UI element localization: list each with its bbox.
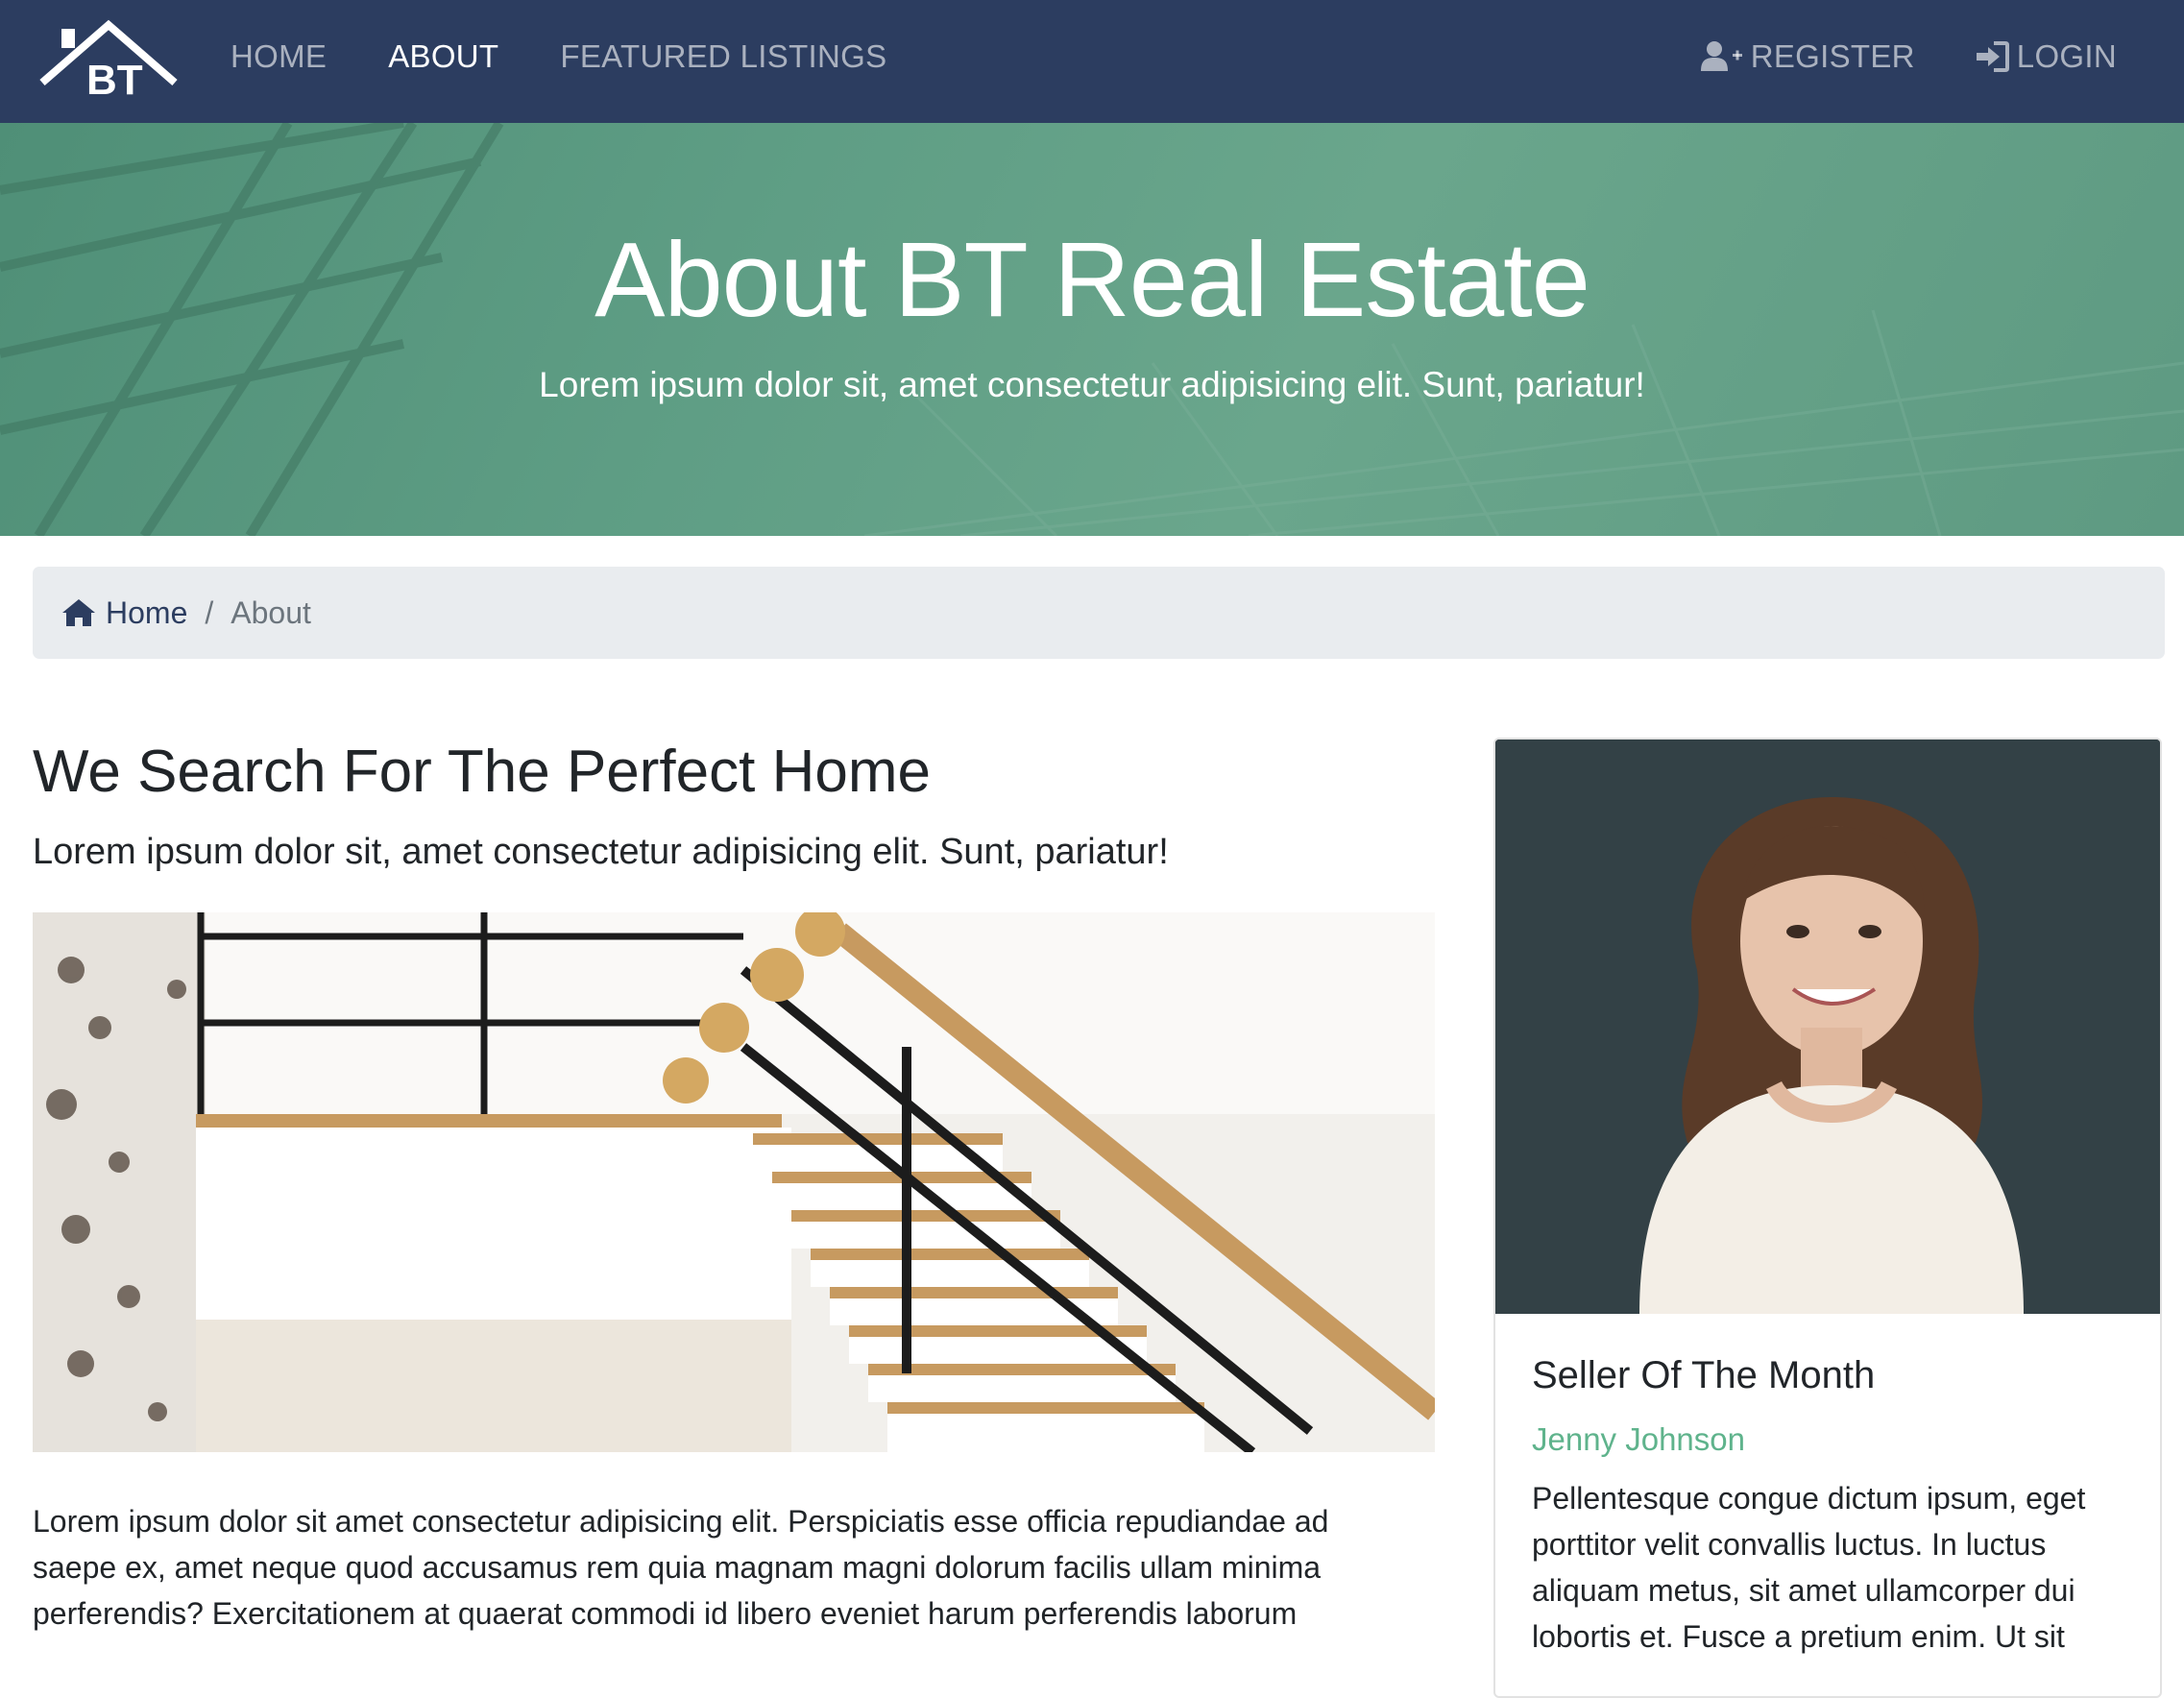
main-nav: HOME ABOUT FEATURED LISTINGS bbox=[231, 0, 948, 113]
breadcrumb-home-label: Home bbox=[106, 594, 188, 630]
hero-subtitle: Lorem ipsum dolor sit, amet consectetur … bbox=[539, 365, 1645, 404]
navbar: BT HOME ABOUT FEATURED LISTINGS REGISTER… bbox=[0, 0, 2184, 123]
svg-text:BT: BT bbox=[86, 57, 143, 100]
about-lead: Lorem ipsum dolor sit, amet consectetur … bbox=[33, 832, 1169, 872]
sign-in-icon bbox=[1976, 41, 2009, 72]
about-body-text: Lorem ipsum dolor sit amet consectetur a… bbox=[33, 1504, 1329, 1631]
breadcrumb-home-link[interactable]: Home bbox=[61, 595, 187, 631]
login-link[interactable]: LOGIN bbox=[1975, 38, 2117, 75]
seller-description: Pellentesque congue dictum ipsum, eget p… bbox=[1532, 1481, 2086, 1654]
breadcrumb-separator: / bbox=[205, 594, 214, 630]
home-icon bbox=[62, 599, 95, 626]
nav-featured-listings-link[interactable]: FEATURED LISTINGS bbox=[560, 38, 886, 75]
staircase-image bbox=[33, 912, 1435, 1452]
seller-of-month-card: Seller Of The Month Jenny Johnson Pellen… bbox=[1493, 738, 2162, 1698]
seller-portrait-image bbox=[1495, 740, 2160, 1314]
breadcrumb-current: About bbox=[231, 594, 311, 630]
breadcrumb: Home / About bbox=[33, 567, 2165, 659]
seller-card-title: Seller Of The Month bbox=[1532, 1354, 1876, 1396]
house-roof-logo-icon: BT bbox=[39, 19, 178, 104]
hero-title: About BT Real Estate bbox=[595, 221, 1590, 339]
staircase-illustration bbox=[33, 912, 1435, 1452]
login-label: LOGIN bbox=[2016, 38, 2117, 74]
about-heading: We Search For The Perfect Home bbox=[33, 739, 931, 805]
nav-home-link[interactable]: HOME bbox=[231, 38, 327, 75]
auth-nav: REGISTER LOGIN bbox=[1641, 0, 2117, 113]
brand-logo[interactable]: BT bbox=[36, 17, 181, 104]
user-plus-icon bbox=[1700, 41, 1742, 71]
seller-name: Jenny Johnson bbox=[1532, 1421, 1745, 1457]
register-label: REGISTER bbox=[1750, 38, 1915, 74]
nav-about-link[interactable]: ABOUT bbox=[388, 38, 498, 75]
hero-banner: About BT Real Estate Lorem ipsum dolor s… bbox=[0, 123, 2184, 536]
register-link[interactable]: REGISTER bbox=[1700, 38, 1915, 75]
seller-portrait-illustration bbox=[1495, 740, 2160, 1314]
